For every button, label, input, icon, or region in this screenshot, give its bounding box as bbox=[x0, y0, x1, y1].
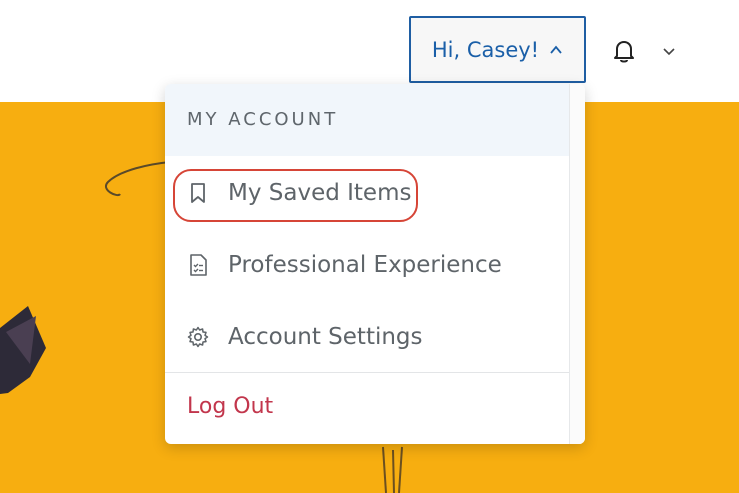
account-menu-button[interactable]: Hi, Casey! bbox=[409, 16, 586, 83]
chevron-up-icon bbox=[550, 45, 562, 54]
document-checklist-icon bbox=[190, 254, 207, 276]
menu-item-label: Professional Experience bbox=[228, 252, 502, 278]
chevron-down-icon[interactable] bbox=[662, 44, 676, 58]
menu-heading: MY ACCOUNT bbox=[187, 109, 339, 130]
gear-icon bbox=[187, 326, 209, 348]
menu-divider bbox=[165, 372, 570, 373]
menu-item-account-settings[interactable]: Account Settings bbox=[165, 307, 570, 367]
greeting-label: Hi, Casey! bbox=[431, 37, 540, 62]
menu-scrollbar[interactable] bbox=[569, 84, 585, 444]
menu-item-professional-experience[interactable]: Professional Experience bbox=[165, 235, 570, 295]
bell-icon[interactable] bbox=[611, 38, 637, 64]
menu-header: MY ACCOUNT bbox=[165, 84, 570, 156]
account-dropdown-menu: MY ACCOUNT My Saved Items Professional E… bbox=[165, 84, 585, 444]
logout-link[interactable]: Log Out bbox=[187, 394, 273, 419]
menu-item-label: Account Settings bbox=[228, 324, 423, 350]
highlight-ring bbox=[173, 169, 418, 222]
